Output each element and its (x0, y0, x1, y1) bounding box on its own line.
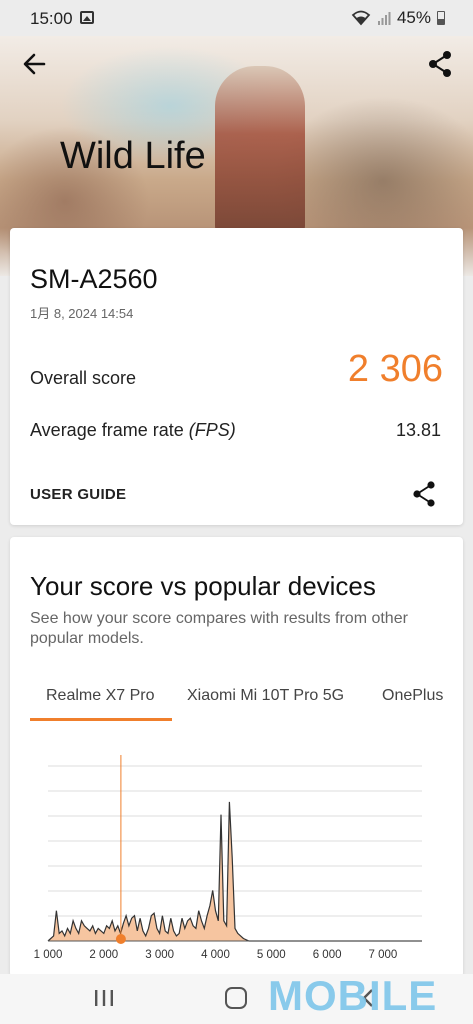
battery-percent: 45% (396, 8, 431, 27)
battery-icon (437, 11, 445, 25)
recent-apps-button[interactable] (92, 988, 116, 1008)
tab-oneplus[interactable]: OnePlus (382, 687, 443, 705)
page-title: Wild Life (60, 135, 206, 177)
fps-value: 13.81 (395, 420, 441, 440)
gallery-notification-icon (80, 11, 94, 24)
x-tick-label: 1 000 (34, 949, 63, 961)
arrow-left-icon (23, 53, 46, 75)
comparison-title: Your score vs popular devices (30, 571, 376, 601)
x-tick-label: 5 000 (257, 949, 286, 961)
x-tick-label: 7 000 (369, 949, 398, 961)
recent-apps-icon (95, 990, 113, 1006)
watermark-logo: MOBILE (268, 972, 438, 1019)
home-icon[interactable] (225, 987, 247, 1009)
distribution-line (47, 801, 422, 942)
share-result-button[interactable] (411, 480, 439, 508)
comparison-subtitle: See how your score compares with results… (30, 610, 408, 647)
x-tick-label: 4 000 (201, 949, 230, 961)
overall-score-label: Overall score (30, 368, 137, 388)
your-score-marker (115, 934, 126, 944)
share-icon (429, 51, 451, 77)
signal-icon (377, 12, 391, 25)
user-guide-link[interactable]: USER GUIDE (30, 486, 126, 503)
share-button[interactable] (425, 48, 457, 80)
x-tick-label: 6 000 (313, 949, 342, 961)
wifi-icon (351, 10, 371, 26)
x-tick-label: 2 000 (89, 949, 118, 961)
score-distribution-chart: 1 000 2 000 3 000 4 000 5 000 6 000 7 000 (34, 755, 422, 961)
comparison-card: Your score vs popular devices See how yo… (10, 537, 463, 977)
active-tab-indicator (30, 718, 172, 721)
back-button[interactable] (20, 50, 52, 78)
fps-label-text: Average frame rate (30, 420, 184, 440)
status-right: 45% (351, 8, 445, 28)
test-date: 1月 8, 2024 14:54 (30, 306, 134, 321)
status-time: 15:00 (30, 9, 73, 28)
share-icon (413, 481, 435, 507)
fps-label: Average frame rate (FPS) (30, 420, 236, 441)
x-tick-label: 3 000 (145, 949, 174, 961)
status-bar: 15:00 45% (0, 0, 473, 36)
tab-realme-x7-pro[interactable]: Realme X7 Pro (46, 687, 155, 705)
overall-score-value: 2 306 (347, 348, 443, 390)
hero-character-image (215, 66, 305, 236)
device-name: SM-A2560 (30, 264, 158, 294)
result-card: SM-A2560 1月 8, 2024 14:54 Overall score … (10, 228, 463, 525)
tab-xiaomi-mi-10t-pro-5g[interactable]: Xiaomi Mi 10T Pro 5G (187, 687, 344, 705)
device-tabs: Realme X7 Pro Xiaomi Mi 10T Pro 5G OnePl… (30, 683, 463, 721)
fps-unit: (FPS) (188, 420, 236, 440)
